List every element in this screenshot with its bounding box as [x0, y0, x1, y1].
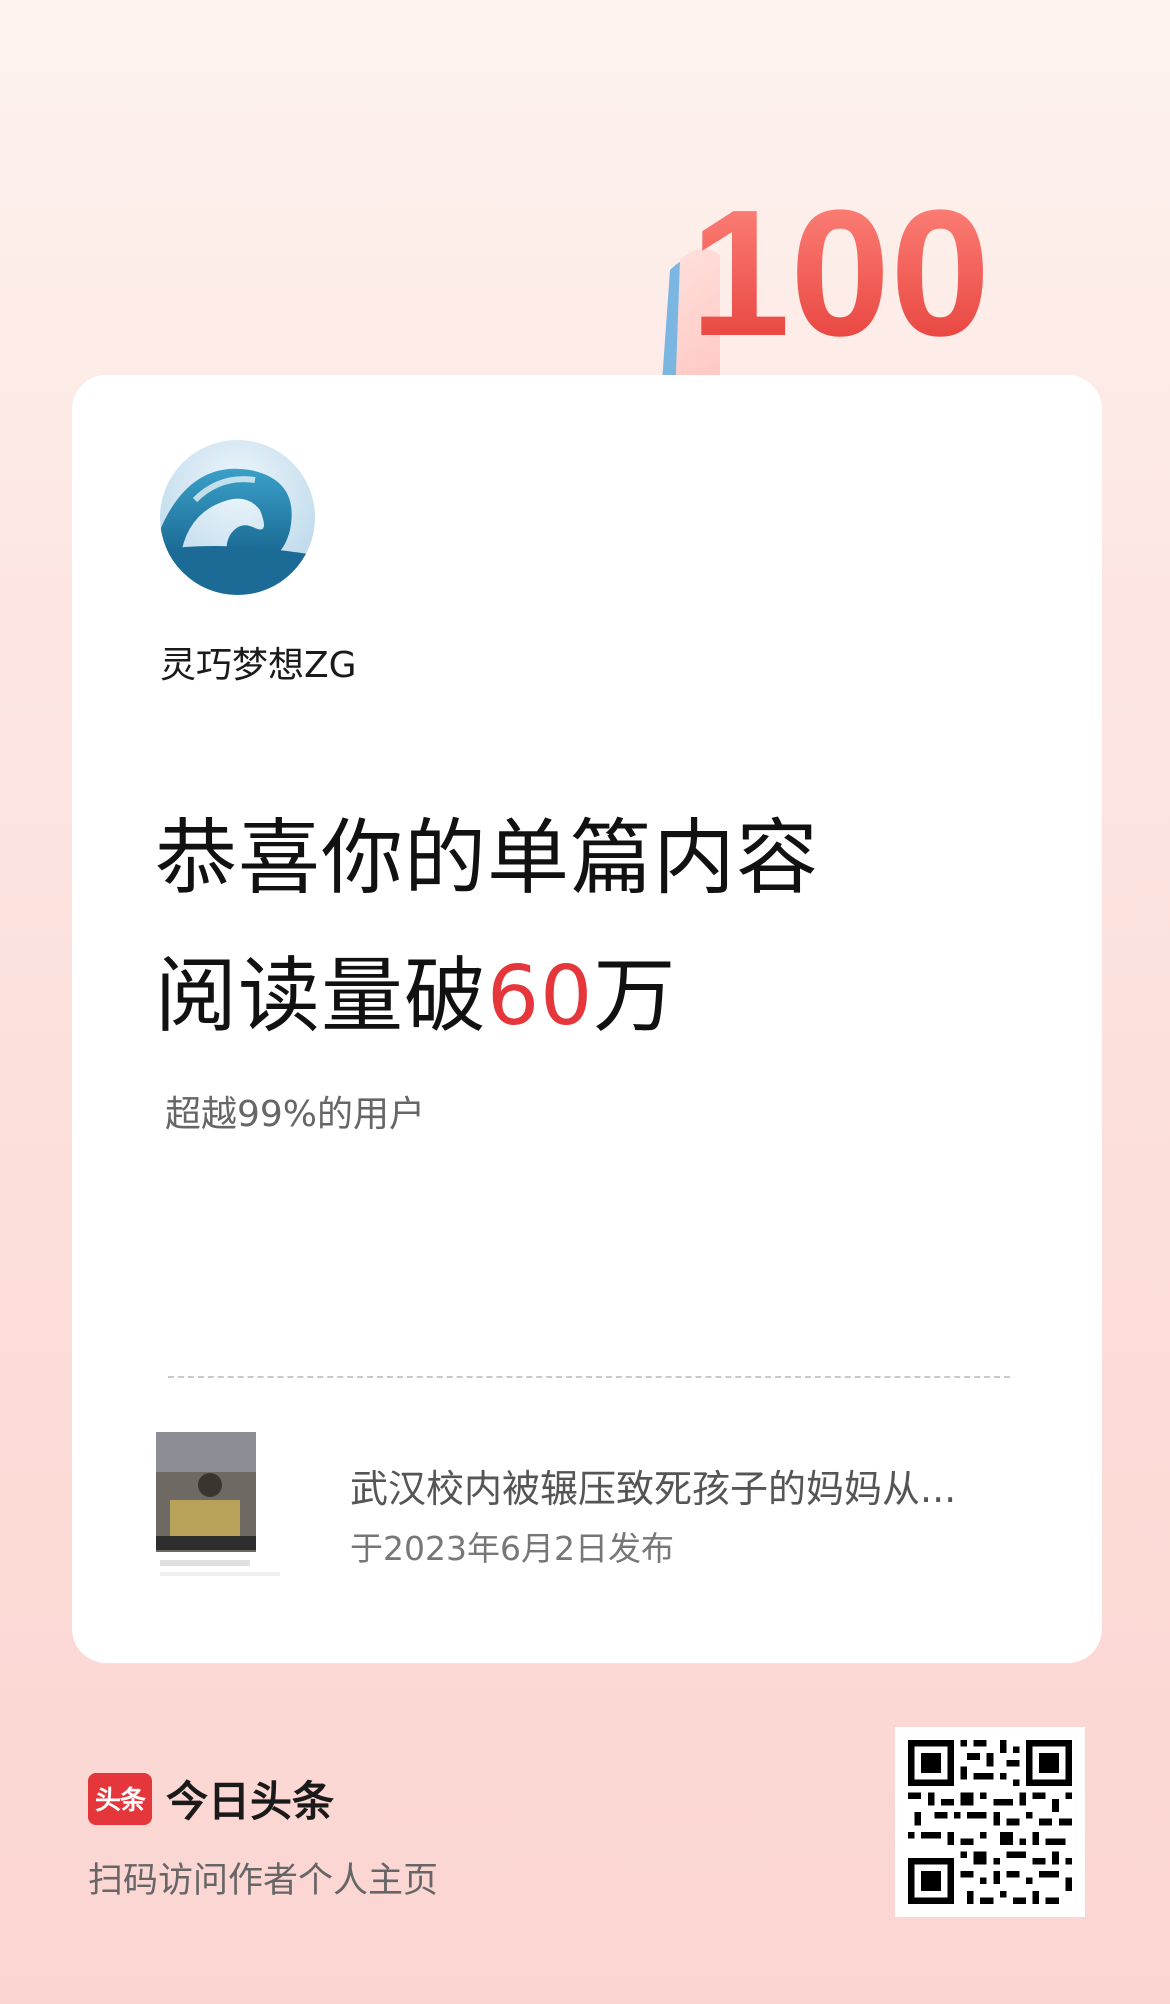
article-thumbnail[interactable]: [150, 1430, 310, 1590]
toutiao-logo-icon: 头条: [88, 1772, 152, 1825]
username[interactable]: 灵巧梦想ZG: [160, 636, 357, 688]
thumbnail-image: [150, 1430, 310, 1590]
avatar[interactable]: [160, 440, 315, 595]
headline-line2-suffix: 万: [593, 949, 677, 1044]
qr-code-pattern: [895, 1727, 1085, 1917]
headline-line2: 阅读量破60万: [155, 928, 819, 1066]
read-count-number: 60: [487, 949, 594, 1044]
brand-name: 今日头条: [166, 1777, 335, 1826]
qr-tagline: 扫码访问作者个人主页: [88, 1861, 439, 1901]
badge-number: 100: [690, 173, 990, 374]
article-title[interactable]: 武汉校内被辗压致死孩子的妈妈从...: [350, 1458, 1020, 1513]
ranking-subtext: 超越99%的用户: [165, 1094, 426, 1135]
brand: 头条 今日头条: [88, 1768, 334, 1829]
headline-line1: 恭喜你的单篇内容: [155, 811, 820, 906]
article-date: 于2023年6月2日发布: [350, 1529, 674, 1568]
headline: 恭喜你的单篇内容 阅读量破60万: [155, 790, 819, 1066]
headline-line2-prefix: 阅读量破: [155, 949, 488, 1044]
dashed-divider: [168, 1376, 1010, 1378]
wave-avatar: [160, 440, 315, 595]
qr-code-icon[interactable]: [895, 1727, 1085, 1917]
